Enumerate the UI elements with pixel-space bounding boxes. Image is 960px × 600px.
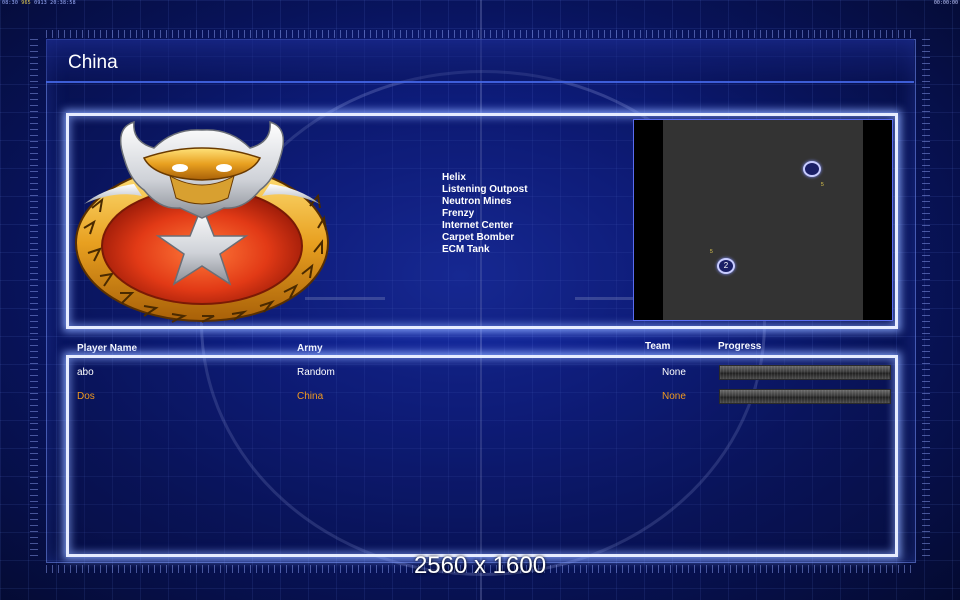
header-player-name: Player Name (77, 343, 138, 354)
unit-item: Internet Center (442, 220, 514, 231)
map-marker: 5 (821, 182, 824, 188)
start-position-1[interactable] (803, 161, 821, 177)
status-bar-left: 08:30 965 0913 20:38:58 (2, 0, 76, 6)
units-list: Helix Listening Outpost Neutron Mines Fr… (442, 172, 528, 256)
map-preview: 5 2 5 (633, 119, 893, 321)
player-army: China (297, 391, 324, 402)
start-position-2[interactable]: 2 (717, 258, 735, 274)
status-suffix: 0913 20:38:58 (30, 0, 76, 6)
progress-bar (719, 365, 891, 380)
header-army: Army (297, 343, 323, 354)
resolution-label: 2560 x 1600 (413, 552, 547, 579)
player-name: Dos (77, 391, 95, 402)
map-marker: 5 (710, 249, 713, 255)
status-prefix: 08:30 (2, 0, 22, 6)
left-ruler (30, 39, 38, 561)
header-team: Team (645, 341, 671, 352)
status-bar-right: 00:00:00 (933, 0, 958, 6)
status-highlight: 965 (21, 0, 31, 6)
right-ruler (922, 39, 930, 561)
unit-item: Carpet Bomber (442, 232, 515, 243)
player-team: None (662, 367, 686, 378)
header-progress: Progress (718, 341, 762, 352)
unit-item: ECM Tank (442, 244, 490, 255)
player-name: abo (77, 367, 94, 378)
map-terrain: 5 2 5 (663, 120, 863, 320)
players-panel (66, 355, 898, 557)
unit-item: Helix (442, 172, 466, 183)
title-bar (46, 39, 914, 83)
unit-item: Neutron Mines (442, 196, 512, 207)
unit-item: Frenzy (442, 208, 475, 219)
player-army: Random (297, 367, 335, 378)
top-ruler (46, 30, 914, 38)
unit-item: Listening Outpost (442, 184, 528, 195)
game-screen: 08:30 965 0913 20:38:58 00:00:00 China H… (0, 0, 960, 600)
player-team: None (662, 391, 686, 402)
china-emblem-icon (75, 120, 329, 323)
progress-bar (719, 389, 891, 404)
faction-title: China (68, 52, 118, 73)
